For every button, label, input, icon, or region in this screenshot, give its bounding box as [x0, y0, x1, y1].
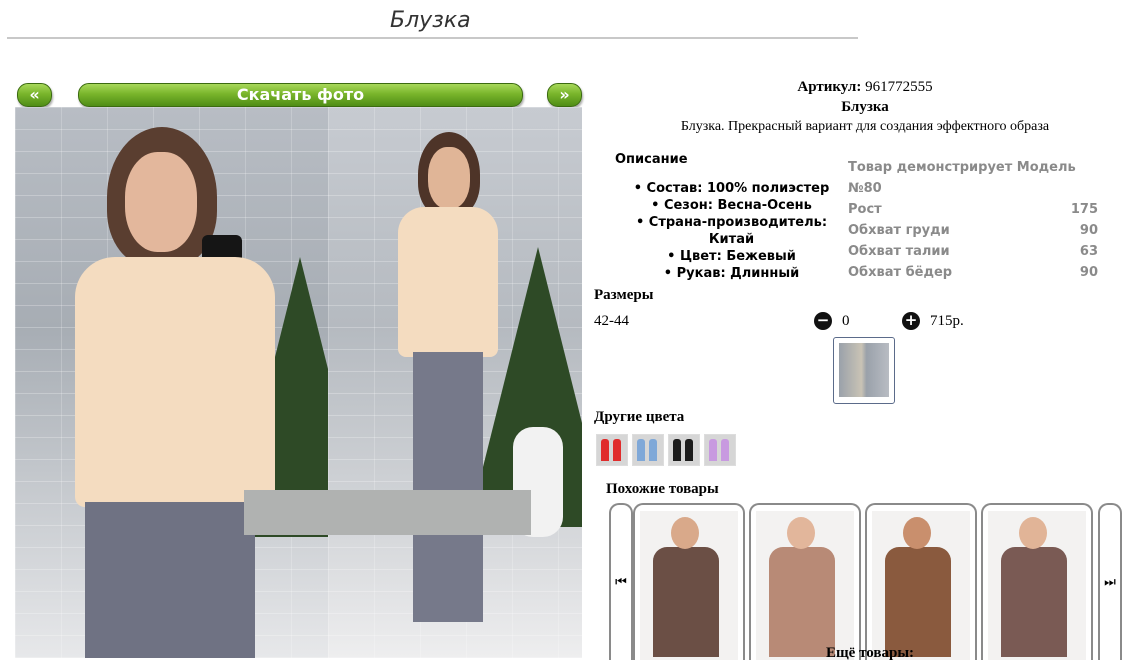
size-thumbnail[interactable]: [833, 337, 895, 404]
size-range: 42-44: [594, 313, 629, 329]
sku-line: Артикул: 961772555: [600, 79, 1123, 96]
download-photo-button[interactable]: Скачать фото: [78, 83, 523, 107]
model-row-value: 90: [1079, 223, 1098, 238]
more-products-label: Ещё товары:: [826, 645, 915, 661]
similar-product-card[interactable]: [981, 503, 1093, 660]
carousel-next-button[interactable]: ⏭: [1098, 503, 1122, 660]
description-item: Цвет: Бежевый: [614, 248, 849, 265]
description-heading: Описание: [615, 152, 688, 167]
minus-circle-icon[interactable]: −: [814, 312, 832, 330]
description-item: Рукав: Длинный: [614, 265, 849, 282]
similar-product-card[interactable]: [749, 503, 861, 660]
product-photo-left: [15, 107, 370, 658]
quantity-value: 0: [842, 313, 850, 329]
product-photo[interactable]: [15, 107, 582, 658]
color-swatch-red[interactable]: [596, 434, 628, 466]
model-row-label: Обхват бёдер: [848, 265, 953, 280]
product-photo-right: [328, 107, 582, 658]
model-row: Обхват груди 90: [848, 220, 1098, 241]
product-name: Блузка: [841, 99, 889, 115]
photo-caption-box: [244, 490, 531, 535]
skip-back-icon: ⏮: [615, 575, 627, 590]
sku-label: Артикул:: [797, 79, 862, 95]
model-measurements: Товар демонстрирует Модель №80 Рост 175 О…: [848, 157, 1098, 283]
sizes-label: Размеры: [594, 287, 654, 303]
plus-circle-icon[interactable]: +: [902, 312, 920, 330]
model-row-label: Рост: [848, 202, 882, 217]
product-description: Блузка. Прекрасный вариант для создания …: [680, 119, 1050, 134]
description-section: Описание Состав: 100% полиэстер Сезон: В…: [614, 152, 849, 282]
sku-value: 961772555: [865, 79, 933, 95]
prev-photo-button[interactable]: «: [17, 83, 52, 107]
price: 715р.: [930, 313, 964, 329]
model-row: Рост 175: [848, 199, 1098, 220]
model-row: Обхват бёдер 90: [848, 262, 1098, 283]
description-item: Страна-производитель: Китай: [614, 214, 849, 248]
description-list: Состав: 100% полиэстер Сезон: Весна-Осен…: [614, 180, 849, 282]
model-row: Обхват талии 63: [848, 241, 1098, 262]
color-swatch-blue[interactable]: [632, 434, 664, 466]
skip-forward-icon: ⏭: [1104, 575, 1116, 590]
model-row-label: Обхват талии: [848, 244, 950, 259]
description-item: Сезон: Весна-Осень: [614, 197, 849, 214]
page-title: Блузка: [390, 8, 471, 33]
model-row-value: 175: [1070, 202, 1098, 217]
model-title: Товар демонстрирует Модель №80: [848, 160, 1076, 196]
model-row-label: Обхват груди: [848, 223, 950, 238]
color-swatch-lilac[interactable]: [704, 434, 736, 466]
model-row-value: 90: [1079, 265, 1098, 280]
similar-products-label: Похожие товары: [606, 481, 719, 497]
description-item: Состав: 100% полиэстер: [614, 180, 849, 197]
model-row-value: 63: [1079, 244, 1098, 259]
color-swatch-black[interactable]: [668, 434, 700, 466]
similar-product-card[interactable]: [865, 503, 977, 660]
title-divider: [7, 37, 858, 39]
next-photo-button[interactable]: »: [547, 83, 582, 107]
similar-product-card[interactable]: [633, 503, 745, 660]
other-colors-label: Другие цвета: [594, 409, 685, 425]
carousel-prev-button[interactable]: ⏮: [609, 503, 633, 660]
